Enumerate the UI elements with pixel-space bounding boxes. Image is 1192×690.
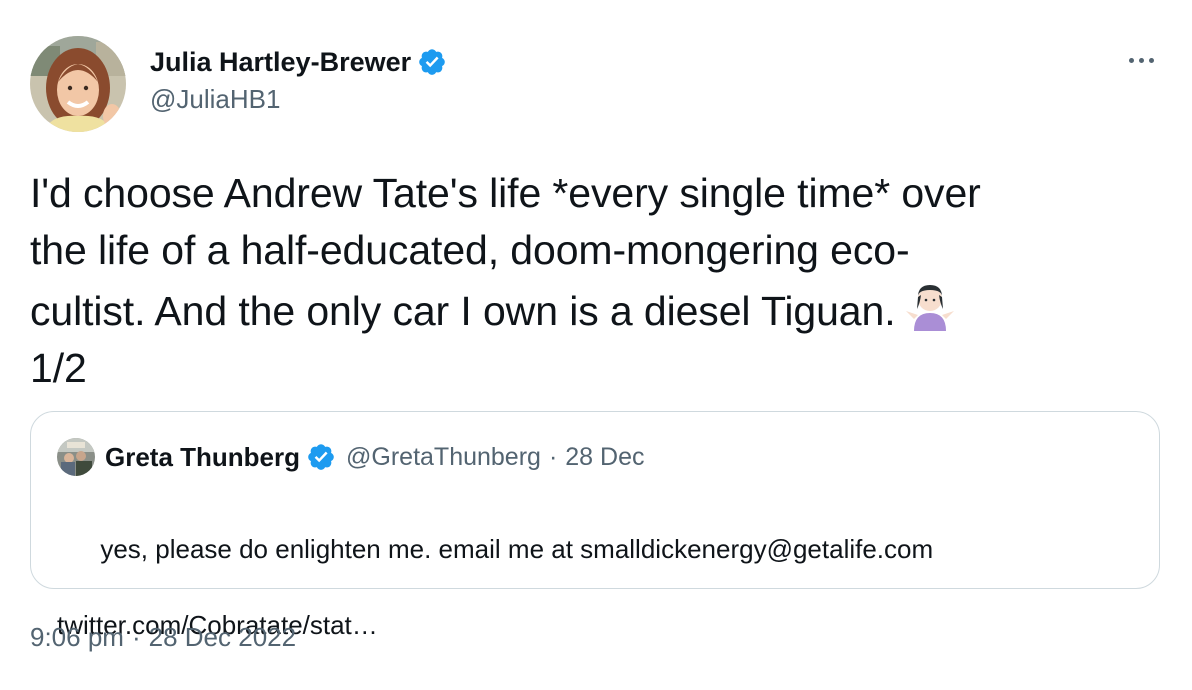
quoted-body: yes, please do enlighten me. email me at…: [100, 534, 934, 564]
more-options-icon[interactable]: [1124, 46, 1158, 74]
tweet-text: I'd choose Andrew Tate's life *every sin…: [30, 165, 1140, 397]
author-display-name[interactable]: Julia Hartley-Brewer: [150, 47, 411, 78]
quoted-tweet-header: Greta Thunberg @GretaThunberg · 28 Dec: [57, 438, 645, 476]
tweet-date[interactable]: 28 Dec 2022: [149, 622, 296, 652]
person-shrugging-emoji-icon: [905, 285, 954, 331]
quoted-profile-photo-icon: [57, 438, 95, 476]
timestamp-separator: ·: [131, 622, 141, 652]
quoted-author-avatar: [57, 438, 95, 476]
quoted-author-handle: @GretaThunberg: [346, 442, 541, 471]
tweet-body: I'd choose Andrew Tate's life *every sin…: [30, 170, 981, 334]
tweet-card: Julia Hartley-Brewer @JuliaHB1 I'd choos…: [0, 0, 1192, 690]
tweet-thread-marker: 1/2: [30, 345, 87, 391]
quoted-tweet[interactable]: Greta Thunberg @GretaThunberg · 28 Dec y…: [30, 411, 1160, 640]
author-avatar[interactable]: [30, 36, 126, 132]
quoted-author-name: Greta Thunberg: [105, 441, 301, 472]
author-handle[interactable]: @JuliaHB1: [150, 84, 447, 115]
quoted-verified-badge-icon: [308, 444, 334, 470]
quoted-separator: ·: [548, 442, 558, 471]
tweet-time[interactable]: 9:06 pm: [30, 622, 124, 652]
author-info: Julia Hartley-Brewer @JuliaHB1: [150, 44, 447, 115]
profile-photo-icon: [30, 36, 126, 132]
tweet-timestamp: 9:06 pm · 28 Dec 2022: [30, 622, 296, 653]
quoted-tweet-text: yes, please do enlighten me. email me at…: [57, 492, 933, 690]
quoted-date: 28 Dec: [565, 442, 645, 471]
verified-badge-icon: [419, 49, 445, 75]
author-name-row: Julia Hartley-Brewer: [150, 44, 447, 80]
